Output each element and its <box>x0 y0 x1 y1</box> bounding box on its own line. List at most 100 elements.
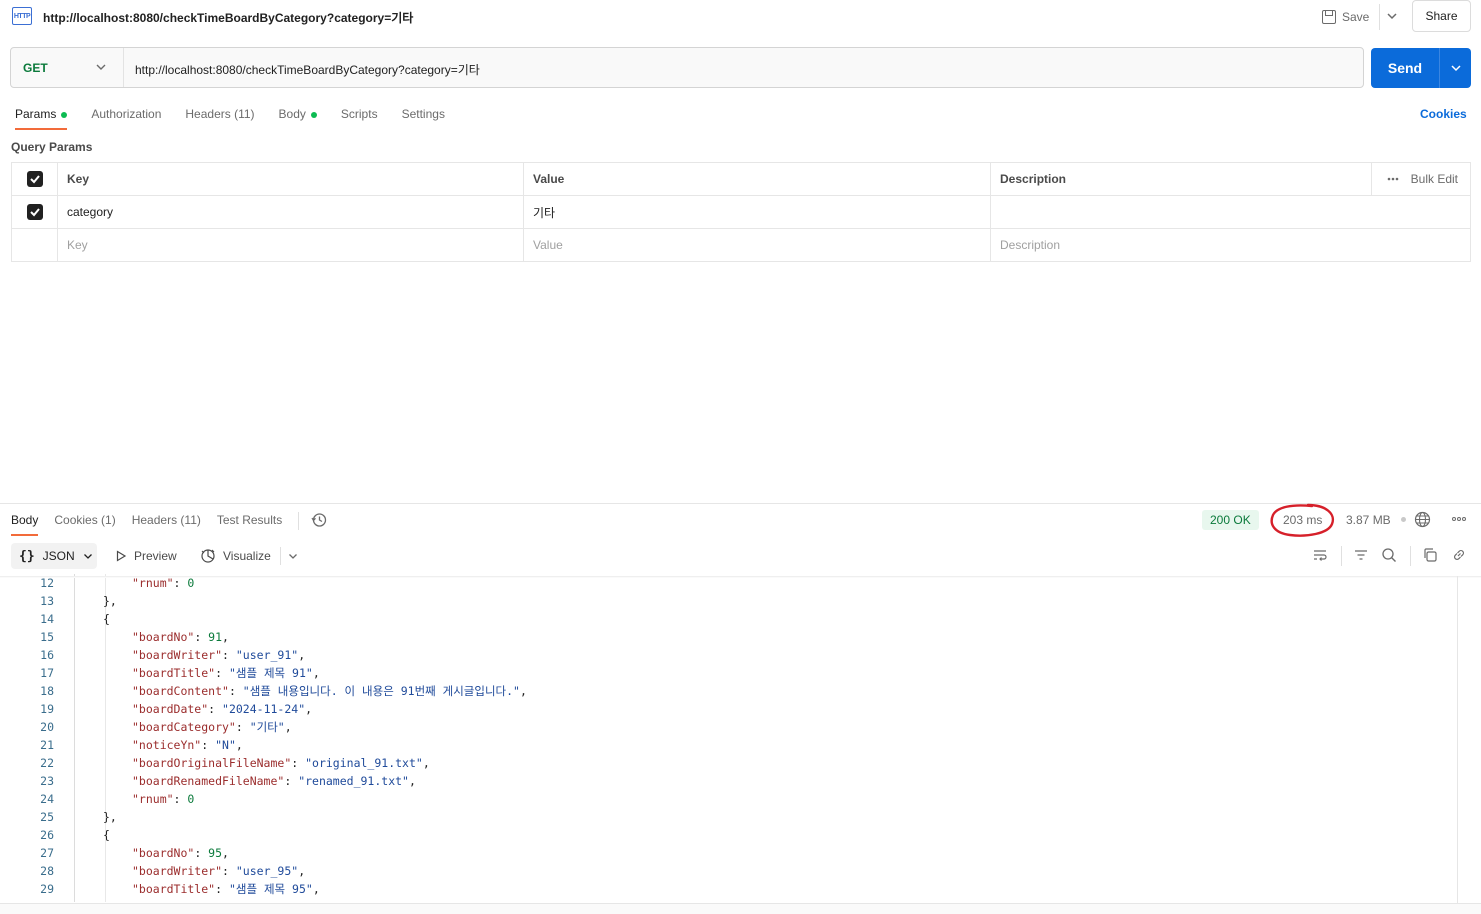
code-token: , <box>408 774 416 788</box>
send-button[interactable]: Send <box>1371 48 1439 88</box>
history-icon[interactable] <box>311 512 327 528</box>
line-number: 24 <box>40 792 54 806</box>
line-number: 27 <box>40 846 54 860</box>
code-token: , <box>284 720 292 734</box>
code-content: "boardContent": "샘플 내용입니다. 이 내용은 91번째 게시… <box>132 682 527 700</box>
code-content: "boardTitle": "샘플 제목 95", <box>132 880 320 898</box>
code-content: "boardTitle": "샘플 제목 91", <box>132 664 320 682</box>
code-content: "boardNo": 91, <box>132 628 229 646</box>
visualize-button[interactable]: Visualize <box>200 548 271 564</box>
response-pane-border[interactable] <box>0 503 1481 504</box>
save-icon <box>1322 10 1336 24</box>
select-all-checkbox[interactable] <box>26 171 43 187</box>
url-input[interactable]: http://localhost:8080/checkTimeBoardByCa… <box>135 61 480 78</box>
code-line: 28 "boardWriter": "user_95", <box>0 862 1457 880</box>
save-options-chevron-down-icon[interactable] <box>1385 9 1399 23</box>
code-line: 14 { <box>0 610 1457 628</box>
param-key-cell[interactable]: category <box>57 196 523 228</box>
code-token: "boardDate" <box>132 702 209 716</box>
format-label: JSON <box>42 549 75 563</box>
code-content: { <box>103 610 110 628</box>
code-token: "N" <box>215 738 236 752</box>
param-value-cell[interactable]: 기타 <box>523 196 990 228</box>
cookies-link[interactable]: Cookies <box>1420 107 1467 121</box>
visualize-divider <box>280 547 281 565</box>
code-token: 0 <box>187 576 195 590</box>
method-chevron-down-icon[interactable] <box>95 61 107 73</box>
response-size[interactable]: 3.87 MB <box>1346 513 1391 527</box>
save-button[interactable]: Save <box>1322 7 1369 27</box>
status-bar <box>0 903 1481 914</box>
row-checkbox[interactable] <box>26 204 43 220</box>
tab-authorization[interactable]: Authorization <box>91 104 161 130</box>
code-token: , <box>422 756 430 770</box>
tab-params-label: Params <box>15 107 57 121</box>
link-icon[interactable] <box>1451 547 1467 563</box>
http-request-icon: HTTP <box>12 7 32 25</box>
tab-body-label: Body <box>278 107 306 121</box>
response-tab-headers[interactable]: Headers (11) <box>132 510 201 536</box>
tab-params[interactable]: Params <box>15 104 68 130</box>
json-braces-icon: {} <box>19 548 35 564</box>
param-description-cell[interactable] <box>990 196 1470 228</box>
key-column-header: Key <box>57 163 523 195</box>
code-token: : <box>235 720 250 734</box>
code-line: 20 "boardCategory": "기타", <box>0 718 1457 736</box>
more-options-icon[interactable] <box>1451 511 1467 527</box>
more-options-icon[interactable] <box>1387 177 1399 181</box>
preview-button[interactable]: Preview <box>115 549 177 563</box>
response-tab-cookies[interactable]: Cookies (1) <box>54 510 115 536</box>
new-value-input[interactable]: Value <box>523 229 990 261</box>
visualize-chevron-down-icon[interactable] <box>287 550 299 562</box>
tab-headers[interactable]: Headers (11) <box>185 104 254 130</box>
tab-scripts[interactable]: Scripts <box>341 104 378 130</box>
tab-settings[interactable]: Settings <box>402 104 445 130</box>
vertical-scrollbar[interactable] <box>1457 576 1458 903</box>
code-token: "boardWriter" <box>132 864 223 878</box>
tab-body[interactable]: Body <box>279 104 317 130</box>
copy-icon[interactable] <box>1422 547 1438 563</box>
code-line: 29 "boardTitle": "샘플 제목 95", <box>0 880 1457 898</box>
value-column-header: Value <box>523 163 990 195</box>
code-line: 22 "boardOriginalFileName": "original_91.… <box>0 754 1457 772</box>
share-button[interactable]: Share <box>1412 0 1471 32</box>
code-token: "샘플 제목 95" <box>228 882 313 896</box>
code-content: "boardRenamedFileName": "renamed_91.txt"… <box>132 772 416 790</box>
code-token: }, <box>103 594 117 608</box>
code-token: , <box>519 684 527 698</box>
line-number: 23 <box>40 774 54 788</box>
code-token: : <box>208 702 223 716</box>
status-badge[interactable]: 200 OK <box>1202 510 1259 530</box>
select-all-cell <box>12 163 57 195</box>
code-token: "user_95" <box>235 864 299 878</box>
request-tab-title[interactable]: http://localhost:8080/checkTimeBoardByCa… <box>43 9 413 26</box>
format-select[interactable]: {} JSON <box>11 543 97 569</box>
format-chevron-down-icon <box>83 554 92 559</box>
code-token: : <box>194 630 209 644</box>
empty-checkbox-cell <box>12 229 57 261</box>
wrap-lines-icon[interactable] <box>1312 547 1328 563</box>
new-key-input[interactable]: Key <box>57 229 523 261</box>
response-tab-test-results[interactable]: Test Results <box>217 510 282 536</box>
code-token: : <box>222 648 236 662</box>
code-line: 23 "boardRenamedFileName": "renamed_91.tx… <box>0 772 1457 790</box>
table-row: category 기타 <box>12 196 1470 229</box>
search-icon[interactable] <box>1381 547 1397 563</box>
send-options-button[interactable] <box>1439 48 1471 88</box>
code-token: : <box>173 576 188 590</box>
line-number: 21 <box>40 738 54 752</box>
filter-icon[interactable] <box>1353 547 1369 563</box>
code-line: 19 "boardDate": "2024-11-24", <box>0 700 1457 718</box>
new-description-input[interactable]: Description <box>990 229 1470 261</box>
code-token: "boardCategory" <box>132 720 236 734</box>
code-content: "boardNo": 95, <box>132 844 229 862</box>
response-body-code[interactable]: 12 "rnum": 0 13}, 14{15 "boardNo": 91, 16 "boa… <box>0 574 1457 902</box>
response-tab-body[interactable]: Body <box>11 510 39 536</box>
code-token: "샘플 제목 91" <box>228 666 313 680</box>
code-token: "boardTitle" <box>132 882 216 896</box>
code-token: , <box>312 882 320 896</box>
body-indicator-dot <box>310 112 317 118</box>
bulk-edit-button[interactable]: Bulk Edit <box>1387 163 1458 195</box>
globe-icon[interactable] <box>1414 511 1431 528</box>
code-content: }, <box>103 808 117 826</box>
